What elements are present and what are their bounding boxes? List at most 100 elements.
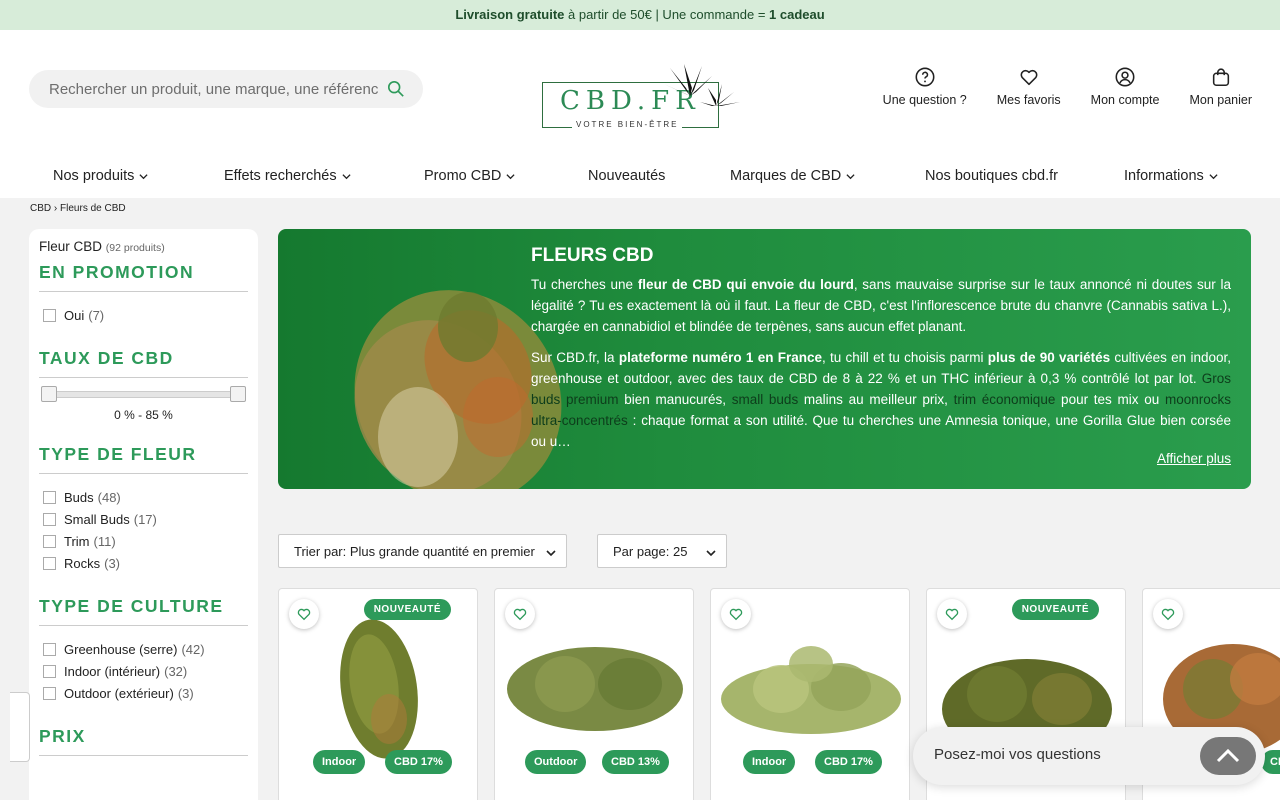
heart-icon [297,608,311,621]
checkbox[interactable] [43,686,56,700]
chevron-down-icon [546,550,556,557]
scroll-top-button[interactable] [1200,737,1256,775]
product-card[interactable]: Indoor CBD 17% [710,588,910,800]
option-label: Outdoor (extérieur) [64,685,174,701]
heart-icon [945,608,959,621]
filter-sidebar: Fleur CBD (92 produits) EN PROMOTION Oui… [29,229,258,800]
per-page-select[interactable]: Par page: 25 [597,534,727,568]
option-label: Indoor (intérieur) [64,663,161,679]
main-nav: Nos produits Effets recherchés Promo CBD… [0,165,1280,198]
search-input[interactable] [49,80,379,98]
hero-bold: fleur de CBD qui envoie du lourd [637,277,854,292]
filter-heading: TAUX DE CBD [39,348,248,378]
hero-bold: plateforme numéro 1 en France [618,350,822,365]
filter-option[interactable]: Trim (11) [39,530,248,552]
trust-badge-tab[interactable] [10,692,30,762]
chevron-up-icon [1216,749,1240,763]
option-count: (11) [93,533,116,549]
favorite-button[interactable] [1153,599,1183,629]
option-label: Buds [64,489,94,505]
checkbox[interactable] [43,308,56,322]
hero-text: bien manucurés, [618,392,732,407]
nav-nouveautes[interactable]: Nouveautés [588,165,665,187]
cbd-flower-image [354,290,562,489]
nav-promo-cbd[interactable]: Promo CBD [424,165,515,187]
show-more-link[interactable]: Afficher plus [1157,451,1231,466]
nav-label: Nos produits [53,168,135,184]
option-count: (7) [88,307,105,323]
nav-marques[interactable]: Marques de CBD [730,165,855,187]
product-card[interactable]: Outdoor CBD 13% [494,588,694,800]
banner-gift: 1 cadeau [769,7,825,22]
slider-min-handle[interactable] [41,386,57,402]
filter-option[interactable]: Rocks (3) [39,552,248,574]
cart-label: Mon panier [1189,93,1252,107]
checkbox[interactable] [43,534,56,548]
chevron-down-icon [139,173,148,179]
slider-track [47,391,240,398]
filter-promo: EN PROMOTION Oui (7) [39,262,248,326]
option-label: Trim [64,533,90,549]
chat-prompt: Posez-moi vos questions [934,746,1101,763]
search-bar[interactable] [29,70,423,108]
filter-option[interactable]: Buds (48) [39,486,248,508]
breadcrumb-home[interactable]: CBD [30,203,51,214]
nav-label: Nos boutiques cbd.fr [925,168,1058,184]
checkbox[interactable] [43,490,56,504]
favorite-button[interactable] [289,599,319,629]
search-icon[interactable] [387,80,405,98]
nav-label: Promo CBD [424,168,502,184]
chat-widget[interactable]: Posez-moi vos questions [913,727,1265,785]
question-button[interactable]: Une question ? [883,66,967,107]
banner-free-delivery: Livraison gratuite [455,7,565,22]
nav-nos-produits[interactable]: Nos produits [53,165,148,187]
bag-icon [1212,68,1229,87]
cbd-badge: CBD 13% [602,750,669,774]
nav-effets-recherches[interactable]: Effets recherchés [224,165,351,187]
cart-button[interactable]: Mon panier [1189,66,1252,107]
nav-boutiques[interactable]: Nos boutiques cbd.fr [925,165,1058,187]
category-hero: FLEURS CBD Tu cherches une fleur de CBD … [278,229,1251,489]
filter-option[interactable]: Indoor (intérieur) (32) [39,660,248,682]
hemp-leaf-icon [664,64,740,106]
hero-description: FLEURS CBD Tu cherches une fleur de CBD … [531,245,1231,462]
checkbox[interactable] [43,556,56,570]
checkbox[interactable] [43,512,56,526]
category-name: Fleur CBD [39,239,103,254]
link-trim[interactable]: trim économique [954,392,1056,407]
promo-banner: Livraison gratuite à partir de 50€ | Une… [0,0,1280,30]
breadcrumb-separator: › [53,203,58,214]
account-button[interactable]: Mon compte [1091,66,1159,107]
option-count: (17) [133,511,157,527]
option-count: (3) [104,555,121,571]
site-logo[interactable]: CBD.FR VOTRE BIEN-ÊTRE [542,64,740,130]
filter-option[interactable]: Greenhouse (serre) (42) [39,638,248,660]
hero-bold: plus de 90 variétés [987,350,1111,365]
product-count: (92 produits) [105,242,165,254]
nav-informations[interactable]: Informations [1124,165,1218,187]
cbd-range-slider[interactable] [41,384,246,414]
checkbox[interactable] [43,664,56,678]
filter-option[interactable]: Outdoor (extérieur) (3) [39,682,248,704]
slider-max-handle[interactable] [230,386,246,402]
filter-option[interactable]: Small Buds (17) [39,508,248,530]
product-card[interactable]: NOUVEAUTÉ Indoor CBD 17% [278,588,478,800]
filter-option[interactable]: Oui (7) [39,304,248,326]
filter-heading: PRIX [39,726,248,756]
sort-select[interactable]: Trier par: Plus grande quantité en premi… [278,534,567,568]
hero-title: FLEURS CBD [531,245,654,266]
chevron-down-icon [706,550,716,557]
favorite-button[interactable] [937,599,967,629]
link-small-buds[interactable]: small buds [732,392,799,407]
culture-badge: Indoor [313,750,366,774]
new-badge: NOUVEAUTÉ [1011,599,1099,620]
hero-text: , tu chill et tu choisis parmi [822,350,988,365]
nav-label: Effets recherchés [224,168,337,184]
favorites-button[interactable]: Mes favoris [997,66,1061,107]
checkbox[interactable] [43,642,56,656]
option-label: Rocks [64,555,101,571]
per-page-label: Par page: 25 [613,543,688,559]
favorite-button[interactable] [505,599,535,629]
heart-icon [513,608,527,621]
favorite-button[interactable] [721,599,751,629]
